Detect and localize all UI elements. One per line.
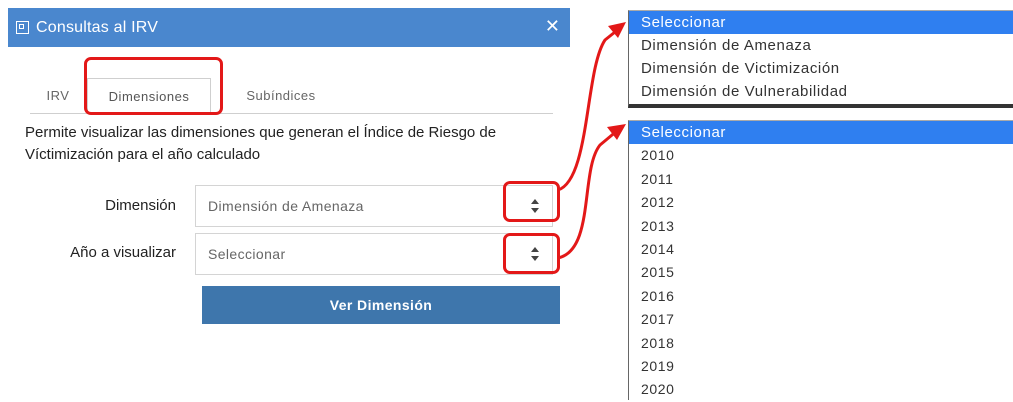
year-option[interactable]: 2011 bbox=[629, 168, 1013, 191]
year-option[interactable]: 2014 bbox=[629, 238, 1013, 261]
year-option[interactable]: 2015 bbox=[629, 261, 1013, 284]
year-option[interactable]: 2019 bbox=[629, 355, 1013, 378]
year-option[interactable]: Seleccionar bbox=[629, 121, 1013, 145]
dimension-options-list: Seleccionar Dimensión de Amenaza Dimensi… bbox=[628, 10, 1013, 108]
dimension-option[interactable]: Dimensión de Amenaza bbox=[629, 34, 1013, 57]
year-option[interactable]: 2020 bbox=[629, 378, 1013, 401]
annotation-arrow-dimension bbox=[557, 26, 621, 192]
year-option[interactable]: 2017 bbox=[629, 308, 1013, 331]
year-option[interactable]: 2010 bbox=[629, 144, 1013, 167]
year-options-list: Seleccionar 2010 2011 2012 2013 2014 201… bbox=[628, 120, 1013, 400]
year-option[interactable]: 2012 bbox=[629, 191, 1013, 214]
dimension-option[interactable]: Seleccionar bbox=[629, 11, 1013, 34]
year-option[interactable]: 2013 bbox=[629, 215, 1013, 238]
dimension-option[interactable]: Dimensión de Victimización bbox=[629, 57, 1013, 80]
year-option[interactable]: 2018 bbox=[629, 332, 1013, 355]
dimension-option[interactable]: Dimensión de Vulnerabilidad bbox=[629, 80, 1013, 103]
annotation-arrow-year bbox=[557, 128, 619, 260]
year-option[interactable]: 2016 bbox=[629, 285, 1013, 308]
